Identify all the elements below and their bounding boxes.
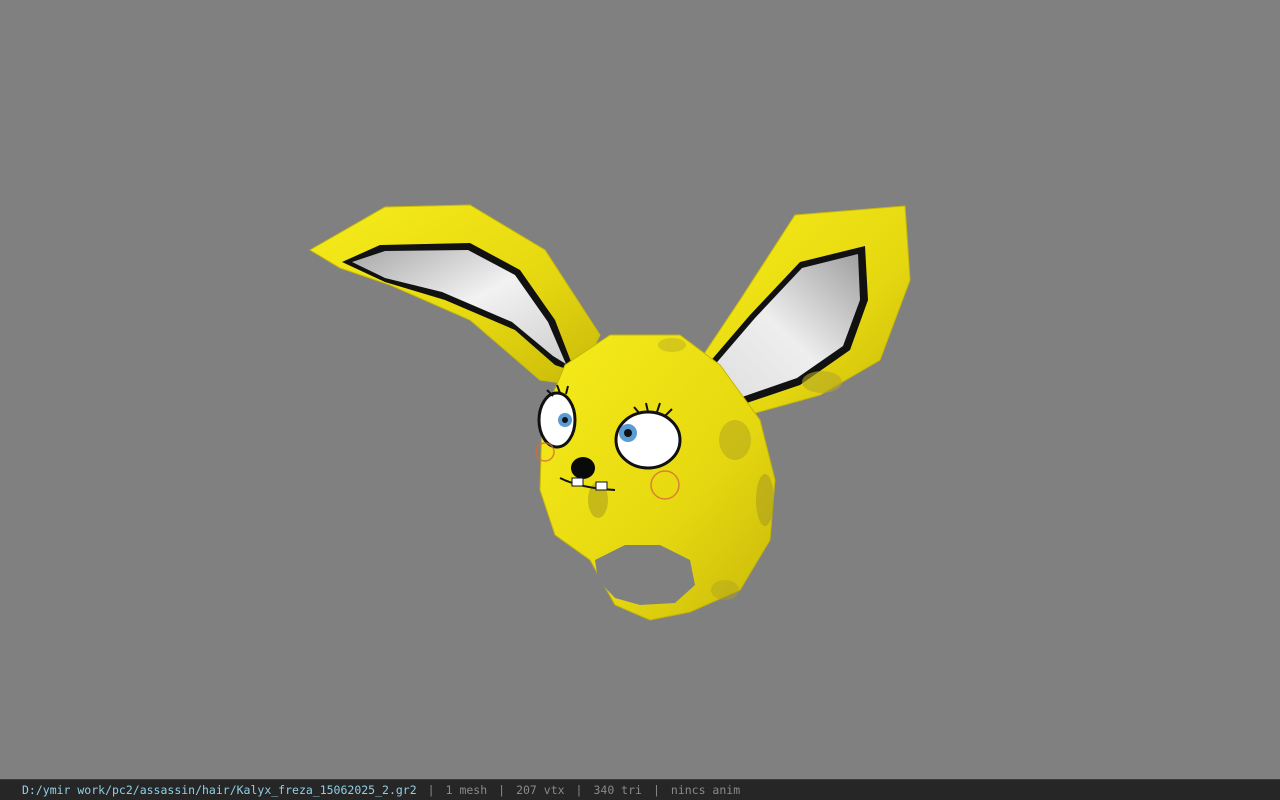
anim-status: nincs anim xyxy=(670,783,741,797)
3d-viewport[interactable] xyxy=(0,0,1280,779)
separator: | xyxy=(498,783,506,797)
status-bar: D:/ymir work/pc2/assassin/hair/Kalyx_fre… xyxy=(0,779,1280,800)
separator: | xyxy=(427,783,435,797)
file-path: D:/ymir work/pc2/assassin/hair/Kalyx_fre… xyxy=(22,783,417,797)
model-render[interactable] xyxy=(0,0,1280,779)
vertex-count: 207 vtx xyxy=(516,783,565,797)
separator: | xyxy=(652,783,660,797)
separator: | xyxy=(575,783,583,797)
mesh-count: 1 mesh xyxy=(445,783,488,797)
nose xyxy=(571,457,595,479)
left-ear xyxy=(309,204,601,386)
triangle-count: 340 tri xyxy=(593,783,642,797)
